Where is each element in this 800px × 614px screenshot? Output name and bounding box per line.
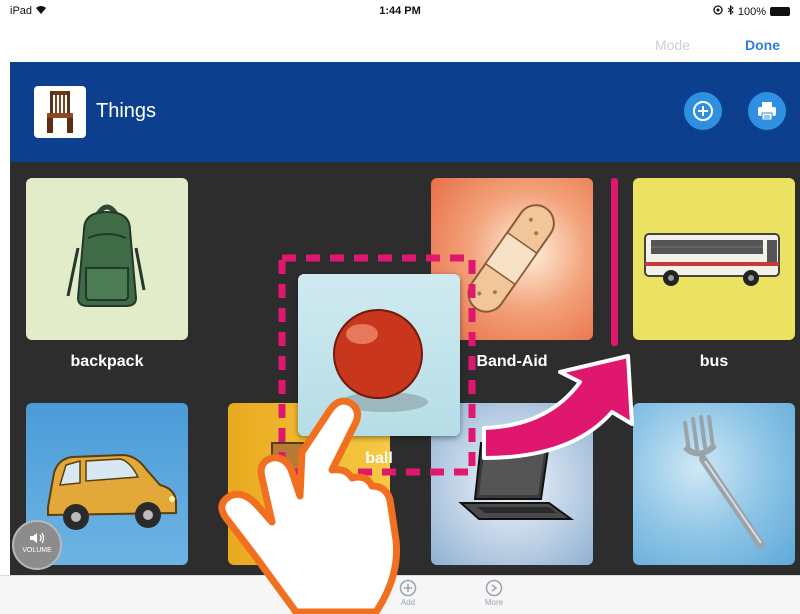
- battery-icon: [770, 7, 790, 16]
- tab-more[interactable]: More: [464, 579, 524, 607]
- orientation-lock-icon: [713, 5, 723, 18]
- category-header: Things: [10, 62, 800, 162]
- dragged-item-ball[interactable]: [298, 274, 460, 436]
- speaker-icon: [30, 532, 45, 544]
- tab-label: Browse: [310, 598, 338, 607]
- more-icon: [485, 579, 503, 597]
- grid-item-label: backpack: [70, 353, 144, 370]
- grid-item-fork[interactable]: [633, 403, 795, 565]
- mode-button[interactable]: Mode: [655, 37, 690, 53]
- tab-browse[interactable]: Browse: [294, 579, 354, 607]
- status-time: 1:44 PM: [379, 5, 421, 17]
- grid-item-bus[interactable]: [633, 178, 795, 340]
- category-thumbnail[interactable]: [34, 86, 86, 138]
- battery-percent: 100%: [737, 5, 766, 18]
- printer-icon: [758, 102, 776, 121]
- status-right: 100%: [713, 4, 790, 18]
- dragged-item-label: ball: [365, 450, 393, 467]
- tab-label: More: [484, 598, 504, 607]
- volume-label: VOLUME: [22, 547, 52, 554]
- category-title: Things: [96, 100, 157, 122]
- ball-icon: [333, 309, 428, 412]
- browse-icon: [315, 580, 333, 596]
- bluetooth-icon: [727, 4, 734, 18]
- tab-label: Add: [400, 598, 416, 607]
- nav-bar: Mode Done: [0, 22, 800, 62]
- fork-icon: [682, 415, 765, 549]
- tab-bar: Browse Add More: [0, 575, 800, 614]
- add-item-button[interactable]: [684, 92, 722, 130]
- plus-circle-icon: [693, 101, 713, 121]
- done-button[interactable]: Done: [745, 37, 780, 53]
- volume-button[interactable]: VOLUME: [12, 520, 62, 570]
- status-bar: iPad 1:44 PM 100%: [0, 0, 800, 22]
- backpack-icon: [66, 204, 146, 307]
- bus-icon: [644, 233, 780, 286]
- print-button[interactable]: [748, 92, 786, 130]
- grid-item-backpack[interactable]: [26, 178, 188, 340]
- tab-add[interactable]: Add: [378, 579, 438, 607]
- grid-item-label: bus: [699, 353, 729, 370]
- chair-icon: [47, 91, 73, 133]
- plus-circle-icon: [399, 579, 417, 597]
